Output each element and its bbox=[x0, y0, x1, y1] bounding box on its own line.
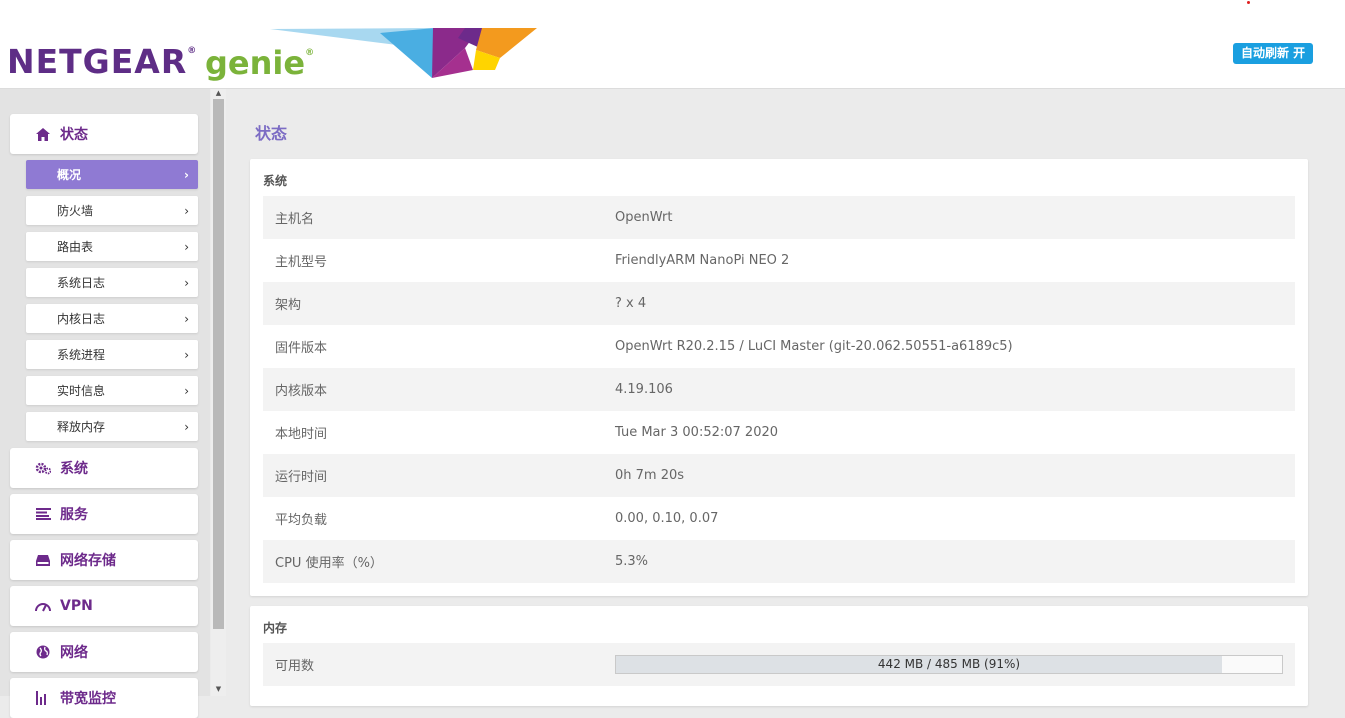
memory-progress-bar: 442 MB / 485 MB (91%) bbox=[615, 655, 1283, 674]
globe-icon bbox=[34, 644, 52, 660]
sidebar-item-realtime[interactable]: 实时信息 › bbox=[26, 376, 198, 405]
sidebar-item-label: 路由表 bbox=[57, 240, 94, 254]
sidebar: 状态 概况 › 防火墙 › 路由表 › 系统日志 › 内核日志 › 系统进程 ›… bbox=[0, 89, 210, 718]
memory-card-title: 内存 bbox=[263, 621, 288, 635]
table-row: 可用数 442 MB / 485 MB (91%) bbox=[263, 643, 1295, 686]
nav-status-label: 状态 bbox=[60, 127, 88, 143]
sidebar-scrollbar[interactable]: ▲ ▼ bbox=[211, 89, 226, 696]
page-title: 状态 bbox=[255, 124, 288, 143]
row-key: 架构 bbox=[275, 298, 302, 313]
nav-status[interactable]: 状态 bbox=[10, 114, 198, 154]
table-row: 架构 ? x 4 bbox=[263, 282, 1295, 325]
table-row: 本地时间 Tue Mar 3 00:52:07 2020 bbox=[263, 411, 1295, 454]
header: NETGEAR® genie® 自动刷新 开 bbox=[0, 0, 1345, 89]
row-key: 主机名 bbox=[275, 212, 315, 227]
row-key: 主机型号 bbox=[275, 255, 328, 270]
row-value: OpenWrt R20.2.15 / LuCI Master (git-20.0… bbox=[615, 339, 1013, 354]
nav-storage[interactable]: 网络存储 bbox=[10, 540, 198, 580]
memory-table: 可用数 442 MB / 485 MB (91%) bbox=[263, 643, 1295, 686]
chevron-right-icon: › bbox=[184, 347, 189, 362]
nav-network[interactable]: 网络 bbox=[10, 632, 198, 672]
sidebar-item-label: 系统日志 bbox=[57, 276, 106, 290]
sidebar-item-routes[interactable]: 路由表 › bbox=[26, 232, 198, 261]
sidebar-item-label: 释放内存 bbox=[57, 420, 106, 434]
nav-system-label: 系统 bbox=[60, 461, 88, 477]
sidebar-item-label: 实时信息 bbox=[57, 384, 106, 398]
row-value: 0.00, 0.10, 0.07 bbox=[615, 511, 719, 526]
logo-graphic bbox=[270, 28, 537, 78]
memory-progress-text: 442 MB / 485 MB (91%) bbox=[877, 657, 1021, 671]
drive-icon bbox=[34, 552, 52, 568]
row-key: 固件版本 bbox=[275, 341, 328, 356]
row-value: FriendlyARM NanoPi NEO 2 bbox=[615, 253, 790, 268]
row-key: 本地时间 bbox=[275, 427, 328, 442]
chevron-right-icon: › bbox=[184, 311, 189, 326]
chevron-right-icon: › bbox=[184, 383, 189, 398]
auto-refresh-toggle[interactable]: 自动刷新 开 bbox=[1233, 43, 1314, 64]
sidebar-item-syslog[interactable]: 系统日志 › bbox=[26, 268, 198, 297]
sidebar-item-label: 防火墙 bbox=[57, 204, 94, 218]
row-value: 5.3% bbox=[615, 554, 649, 569]
nav-services[interactable]: 服务 bbox=[10, 494, 198, 534]
sidebar-item-kernel-log[interactable]: 内核日志 › bbox=[26, 304, 198, 333]
home-icon bbox=[34, 126, 52, 142]
nav-bandwidth[interactable]: 带宽监控 bbox=[10, 678, 198, 718]
sidebar-item-processes[interactable]: 系统进程 › bbox=[26, 340, 198, 369]
sidebar-item-label: 系统进程 bbox=[57, 348, 106, 362]
chevron-right-icon: › bbox=[184, 167, 189, 182]
sidebar-item-free-memory[interactable]: 释放内存 › bbox=[26, 412, 198, 441]
nav-bandwidth-label: 带宽监控 bbox=[60, 691, 116, 707]
memory-card: 内存 可用数 442 MB / 485 MB (91%) bbox=[250, 606, 1308, 706]
nav-vpn-label: VPN bbox=[60, 598, 93, 614]
system-card-title: 系统 bbox=[263, 174, 288, 188]
nav-services-label: 服务 bbox=[60, 507, 88, 523]
table-row: 平均负载 0.00, 0.10, 0.07 bbox=[263, 497, 1295, 540]
row-value: 442 MB / 485 MB (91%) bbox=[615, 655, 1295, 674]
chevron-right-icon: › bbox=[184, 275, 189, 290]
table-row: 主机型号 FriendlyARM NanoPi NEO 2 bbox=[263, 239, 1295, 282]
nav-storage-label: 网络存储 bbox=[60, 553, 116, 569]
sidebar-item-overview[interactable]: 概况 › bbox=[26, 160, 198, 189]
gauge-icon bbox=[34, 598, 52, 614]
row-key: 运行时间 bbox=[275, 470, 328, 485]
gears-icon bbox=[34, 460, 52, 476]
nav-network-label: 网络 bbox=[60, 645, 88, 661]
table-row: 内核版本 4.19.106 bbox=[263, 368, 1295, 411]
sidebar-item-firewall[interactable]: 防火墙 › bbox=[26, 196, 198, 225]
chevron-right-icon: › bbox=[184, 203, 189, 218]
chart-icon bbox=[34, 690, 52, 706]
row-key: 平均负载 bbox=[275, 513, 328, 528]
row-value: OpenWrt bbox=[615, 210, 673, 225]
table-row: 固件版本 OpenWrt R20.2.15 / LuCI Master (git-… bbox=[263, 325, 1295, 368]
system-card: 系统 主机名 OpenWrt 主机型号 FriendlyARM NanoPi NEO… bbox=[250, 159, 1308, 596]
scroll-up-arrow-icon[interactable]: ▲ bbox=[211, 89, 226, 98]
chevron-right-icon: › bbox=[184, 239, 189, 254]
row-key: 可用数 bbox=[275, 659, 315, 674]
row-value: 4.19.106 bbox=[615, 382, 673, 397]
list-icon bbox=[34, 506, 52, 522]
sidebar-item-label: 内核日志 bbox=[57, 312, 106, 326]
table-row: 运行时间 0h 7m 20s bbox=[263, 454, 1295, 497]
netgear-logo: NETGEAR® bbox=[7, 42, 198, 81]
sidebar-item-label: 概况 bbox=[57, 168, 82, 182]
nav-system[interactable]: 系统 bbox=[10, 448, 198, 488]
red-dot bbox=[1247, 1, 1250, 4]
system-table: 主机名 OpenWrt 主机型号 FriendlyARM NanoPi NEO 2 … bbox=[263, 196, 1295, 583]
table-row: 主机名 OpenWrt bbox=[263, 196, 1295, 239]
scroll-down-arrow-icon[interactable]: ▼ bbox=[211, 685, 226, 694]
row-key: CPU 使用率（%） bbox=[275, 556, 383, 571]
row-value: ? x 4 bbox=[615, 296, 647, 311]
row-value: Tue Mar 3 00:52:07 2020 bbox=[615, 425, 779, 440]
chevron-right-icon: › bbox=[184, 419, 189, 434]
scroll-thumb[interactable] bbox=[213, 99, 224, 629]
nav-vpn[interactable]: VPN bbox=[10, 586, 198, 626]
row-value: 0h 7m 20s bbox=[615, 468, 685, 483]
row-key: 内核版本 bbox=[275, 384, 328, 399]
table-row: CPU 使用率（%） 5.3% bbox=[263, 540, 1295, 583]
